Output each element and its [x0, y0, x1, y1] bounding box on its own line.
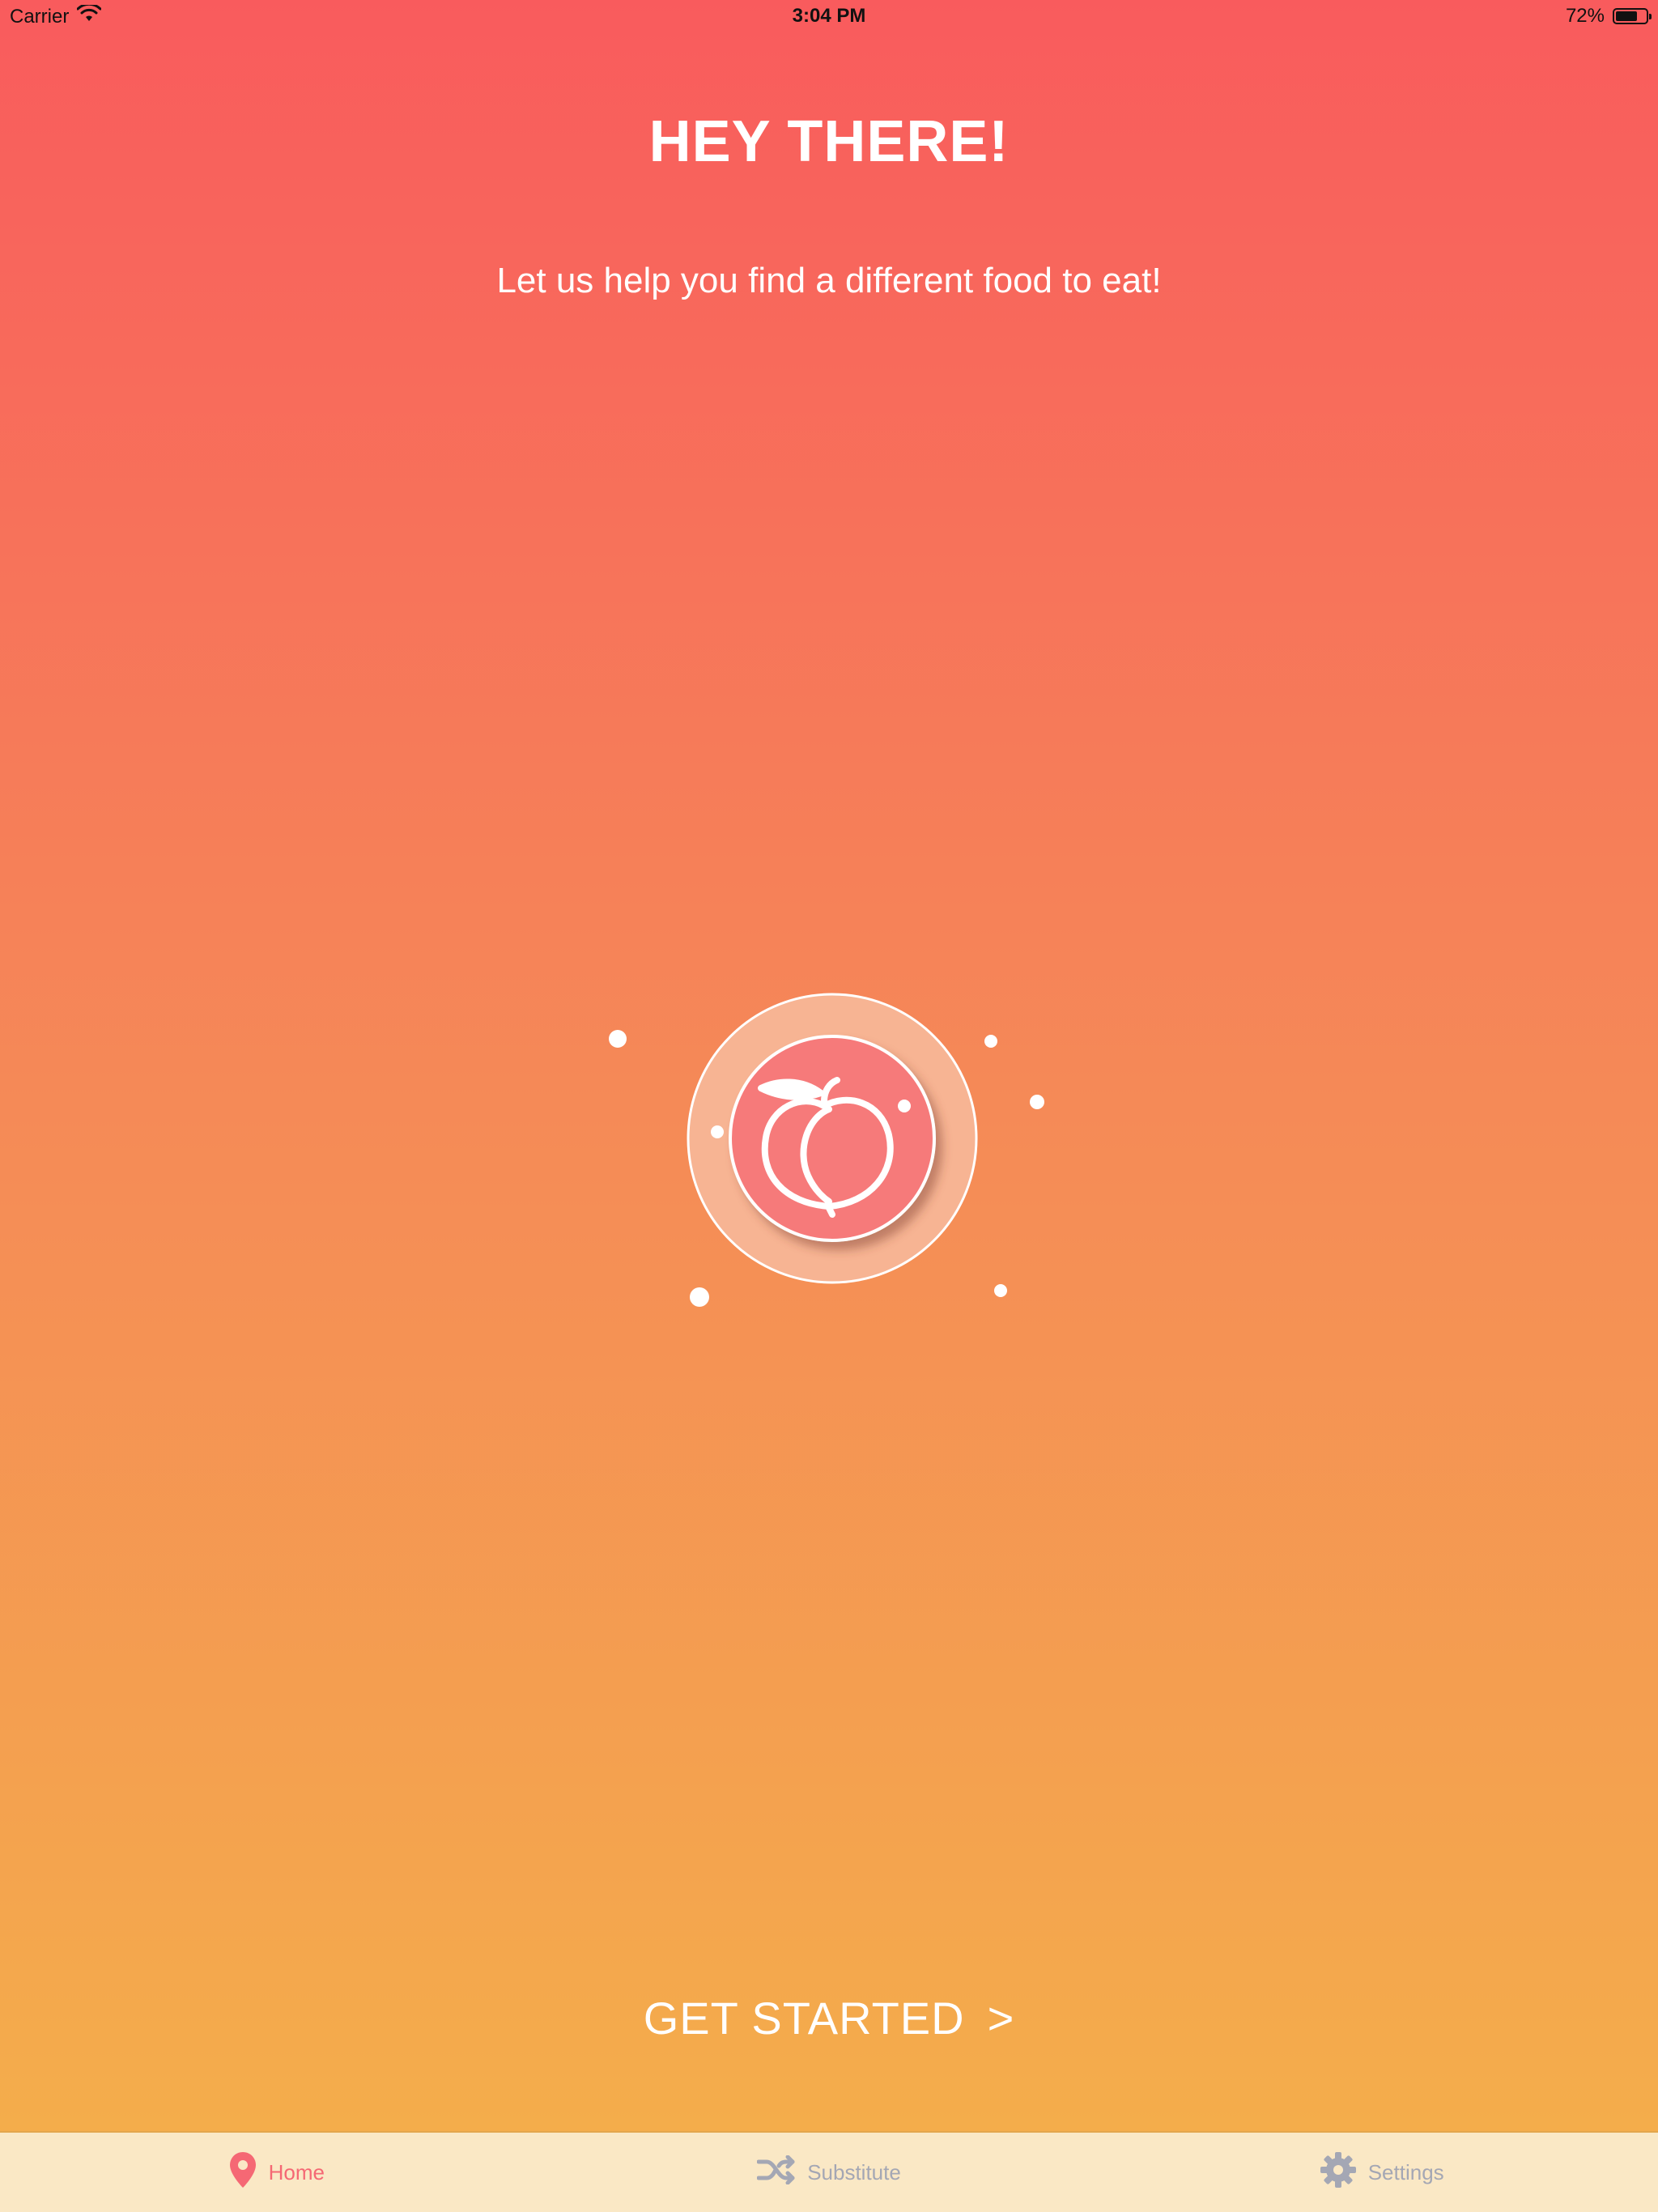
page-title: HEY THERE!	[648, 109, 1010, 174]
chevron-right-icon: >	[987, 1993, 1015, 2044]
peach-logo	[687, 993, 978, 1284]
tab-home[interactable]: Home	[0, 2133, 553, 2212]
get-started-button[interactable]: GET STARTED >	[0, 1992, 1658, 2044]
gear-icon	[1320, 2151, 1357, 2194]
get-started-label: GET STARTED	[643, 1993, 965, 2044]
status-bar: Carrier 3:04 PM 72%	[0, 0, 1658, 32]
battery-cap	[1649, 14, 1652, 19]
home-screen: Carrier 3:04 PM 72% HEY THERE! Let us he…	[0, 0, 1658, 2212]
status-right: 72%	[1565, 5, 1652, 28]
tab-substitute-label: Substitute	[807, 2159, 901, 2184]
tab-settings[interactable]: Settings	[1105, 2133, 1658, 2212]
tab-home-label: Home	[268, 2159, 325, 2184]
logo-area	[589, 980, 1075, 1352]
tab-bar: Home Substitute Settings	[0, 2131, 1658, 2212]
battery-icon	[1613, 8, 1652, 24]
shuffle-icon	[756, 2155, 796, 2190]
battery-fill	[1616, 11, 1637, 21]
battery-percent: 72%	[1565, 5, 1605, 27]
page-subtitle: Let us help you find a different food to…	[496, 261, 1162, 300]
tab-settings-label: Settings	[1367, 2159, 1444, 2184]
map-pin-icon	[228, 2150, 257, 2195]
tab-substitute[interactable]: Substitute	[553, 2133, 1106, 2212]
status-time: 3:04 PM	[792, 5, 866, 27]
